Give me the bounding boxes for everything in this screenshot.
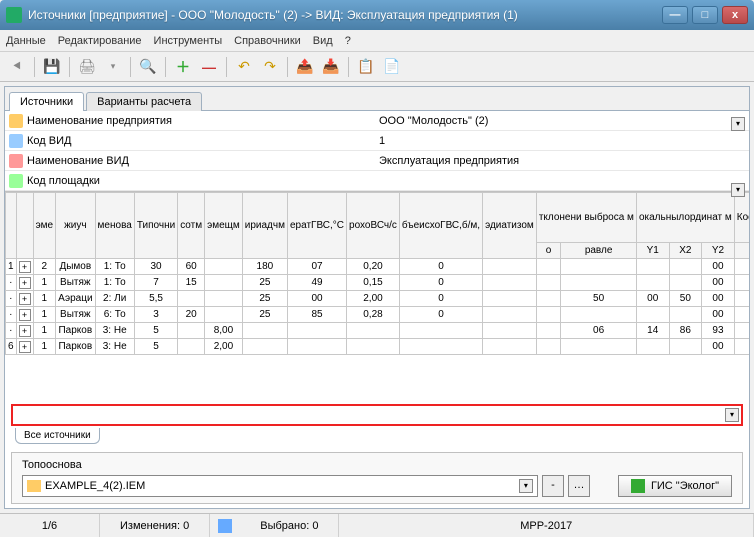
clear-button[interactable]: - — [542, 475, 564, 497]
paste-button[interactable]: 📄 — [381, 56, 403, 78]
col-deviation[interactable]: тклонени выброса м — [536, 193, 636, 243]
enterprise-name-value: ООО "Молодость" (2) — [379, 115, 488, 127]
tab-all-sources[interactable]: Все источники — [15, 428, 100, 444]
browse-button[interactable]: … — [568, 475, 590, 497]
menu-data[interactable]: Данные — [6, 35, 46, 47]
col-q[interactable]: бъеисхоГВС,б/м, — [399, 193, 482, 259]
gis-button[interactable]: ГИС "Эколог" — [618, 475, 732, 497]
status-changes: Изменения: 0 — [100, 514, 210, 537]
col-a[interactable]: эдиатизом — [483, 193, 537, 259]
vid-name-value: Эксплуатация предприятия — [379, 155, 519, 167]
back-button[interactable]: ⯇ — [6, 56, 28, 78]
name-icon — [9, 154, 23, 168]
maximize-button[interactable]: □ — [692, 6, 718, 24]
code-vid-label: Код ВИД — [27, 135, 71, 147]
add-button[interactable]: ＋ — [172, 56, 194, 78]
file-input[interactable]: EXAMPLE_4(2).IEM ▾ — [22, 475, 538, 497]
close-button[interactable]: x — [722, 6, 748, 24]
col-type[interactable]: Типочни — [134, 193, 177, 259]
expand-icon[interactable]: + — [19, 277, 31, 289]
menu-help[interactable]: ? — [345, 35, 351, 47]
redo-button[interactable]: ↷ — [259, 56, 281, 78]
status-position: 1/6 — [0, 514, 100, 537]
save-button[interactable]: 💾 — [41, 56, 63, 78]
col-zhi[interactable]: жиуч — [56, 193, 95, 259]
topo-label: Топооснова — [22, 459, 732, 471]
app-icon — [6, 7, 22, 23]
folder-icon — [27, 480, 41, 492]
gis-icon — [631, 479, 645, 493]
expand-icon[interactable]: + — [19, 309, 31, 321]
col-exp[interactable] — [16, 193, 33, 259]
code-icon — [9, 134, 23, 148]
file-name: EXAMPLE_4(2).IEM — [45, 480, 515, 492]
vid-name-label: Наименование ВИД — [27, 155, 129, 167]
menu-refs[interactable]: Справочники — [234, 35, 301, 47]
col-num[interactable]: эме — [33, 193, 56, 259]
gis-label: ГИС "Эколог" — [651, 480, 719, 492]
app-window: Источники [предприятие] - ООО "Молодость… — [0, 0, 754, 537]
expand-icon[interactable]: + — [19, 293, 31, 305]
print-dropdown[interactable]: ▾ — [102, 56, 124, 78]
tab-variants[interactable]: Варианты расчета — [86, 92, 202, 111]
col-row[interactable] — [6, 193, 17, 259]
expand-icon[interactable]: + — [19, 341, 31, 353]
col-h[interactable]: сотм — [178, 193, 205, 259]
filter-dropdown[interactable]: ▾ — [725, 408, 739, 422]
table-row[interactable]: 6+1Парков3: Не52,00000000001рас950550950… — [6, 339, 750, 355]
enterprise-name-label: Наименование предприятия — [27, 115, 172, 127]
form-area: Наименование предприятия ООО "Молодость"… — [5, 111, 749, 191]
expand-icon[interactable]: + — [19, 325, 31, 337]
col-coords[interactable]: Координаты в основной системе, м — [734, 193, 749, 243]
titlebar: Источники [предприятие] - ООО "Молодость… — [0, 0, 754, 30]
status-icon — [218, 519, 232, 533]
bottom-tabs: Все источники — [5, 428, 749, 448]
remove-button[interactable]: — — [198, 56, 220, 78]
data-grid[interactable]: эме жиуч менова Типочни сотм эмещм ириад… — [5, 191, 749, 402]
col-v[interactable]: рохоВСч/с — [347, 193, 400, 259]
col-d[interactable]: эмещм — [205, 193, 243, 259]
col-local[interactable]: окальнылординат м — [636, 193, 734, 243]
code-vid-value: 1 — [379, 135, 385, 147]
table-row[interactable]: 1+2Дымов1: То3060180070,20000001рас01455… — [6, 259, 750, 275]
menu-edit[interactable]: Редактирование — [58, 35, 142, 47]
table-row[interactable]: ·+1Парков3: Не58,00061486930614861рас950… — [6, 323, 750, 339]
print-button[interactable]: 🖨 — [76, 56, 98, 78]
toolbar: ⯇ 💾 🖨 ▾ 🔍 ＋ — ↶ ↷ 📤 📥 📋 📄 — [0, 52, 754, 82]
footer-panel: Топооснова EXAMPLE_4(2).IEM ▾ - … ГИС "Э… — [11, 452, 743, 504]
col-name[interactable]: менова — [95, 193, 134, 259]
file-dropdown[interactable]: ▾ — [519, 479, 533, 493]
expand-icon[interactable]: + — [19, 261, 31, 273]
site-dropdown[interactable]: ▾ — [731, 183, 745, 197]
minimize-button[interactable]: — — [662, 6, 688, 24]
menubar: Данные Редактирование Инструменты Справо… — [0, 30, 754, 52]
tab-sources[interactable]: Источники — [9, 92, 84, 111]
content-area: Источники Варианты расчета Наименование … — [4, 86, 750, 509]
filter-bar[interactable]: ▾ — [11, 404, 743, 426]
search-button[interactable]: 🔍 — [137, 56, 159, 78]
table-row[interactable]: ·+1Аэраци2: Ли5,525002,00050005000505000… — [6, 291, 750, 307]
statusbar: 1/6 Изменения: 0 Выбрано: 0 МРР-2017 — [0, 513, 754, 537]
menu-tools[interactable]: Инструменты — [154, 35, 223, 47]
status-mrr: МРР-2017 — [339, 514, 754, 537]
site-icon — [9, 174, 23, 188]
export-button[interactable]: 📤 — [294, 56, 316, 78]
copy-button[interactable]: 📋 — [355, 56, 377, 78]
undo-button[interactable]: ↶ — [233, 56, 255, 78]
table-row[interactable]: ·+1Вытяж6: То32025850,28000001рас1323773… — [6, 307, 750, 323]
menu-view[interactable]: Вид — [313, 35, 333, 47]
main-tabs: Источники Варианты расчета — [5, 87, 749, 111]
col-t[interactable]: ератГВС,°С — [287, 193, 346, 259]
import-button[interactable]: 📥 — [320, 56, 342, 78]
status-selected: Выбрано: 0 — [240, 514, 339, 537]
col-w[interactable]: ириадчм — [242, 193, 287, 259]
folder-icon — [9, 114, 23, 128]
window-title: Источники [предприятие] - ООО "Молодость… — [28, 8, 662, 22]
table-row[interactable]: ·+1Вытяж1: То71525490,15000001рас3490501… — [6, 275, 750, 291]
site-code-label: Код площадки — [27, 175, 100, 187]
enterprise-dropdown[interactable]: ▾ — [731, 117, 745, 131]
